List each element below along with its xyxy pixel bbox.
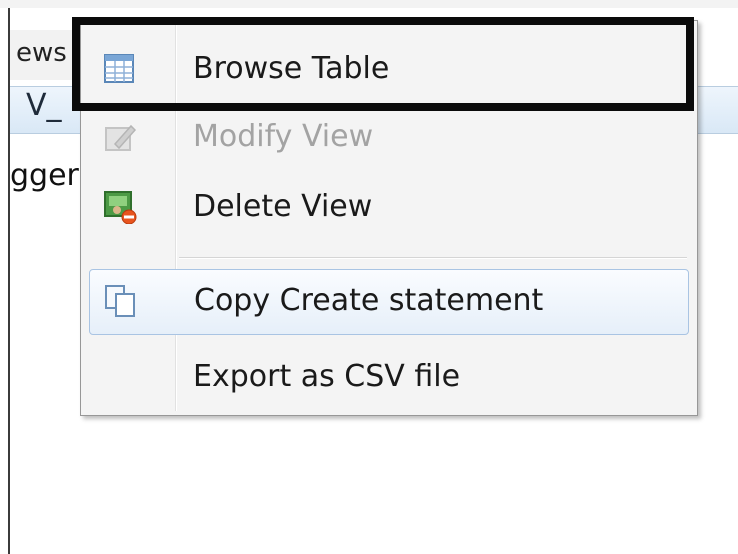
left-panel-border	[0, 8, 10, 554]
menu-item-copy-create-statement[interactable]: Copy Create statement	[89, 269, 689, 335]
menu-item-label: Modify View	[193, 119, 374, 154]
menu-separator	[179, 257, 687, 259]
menu-item-label: Delete View	[193, 189, 373, 224]
delete-view-icon	[103, 190, 137, 225]
highlight-box	[72, 17, 694, 111]
top-strip	[0, 0, 738, 8]
edit-view-icon	[103, 120, 137, 154]
views-tab-label: ews	[16, 38, 67, 68]
copy-icon	[104, 284, 138, 318]
menu-item-label: Export as CSV file	[193, 359, 461, 394]
tree-row-triggers[interactable]: gger	[10, 158, 79, 193]
column-header-label: V_	[26, 88, 62, 123]
menu-item-modify-view: Modify View	[89, 109, 689, 167]
menu-item-delete-view[interactable]: Delete View	[89, 179, 689, 237]
menu-item-export-csv[interactable]: Export as CSV file	[89, 349, 689, 407]
menu-item-label: Copy Create statement	[194, 283, 544, 318]
